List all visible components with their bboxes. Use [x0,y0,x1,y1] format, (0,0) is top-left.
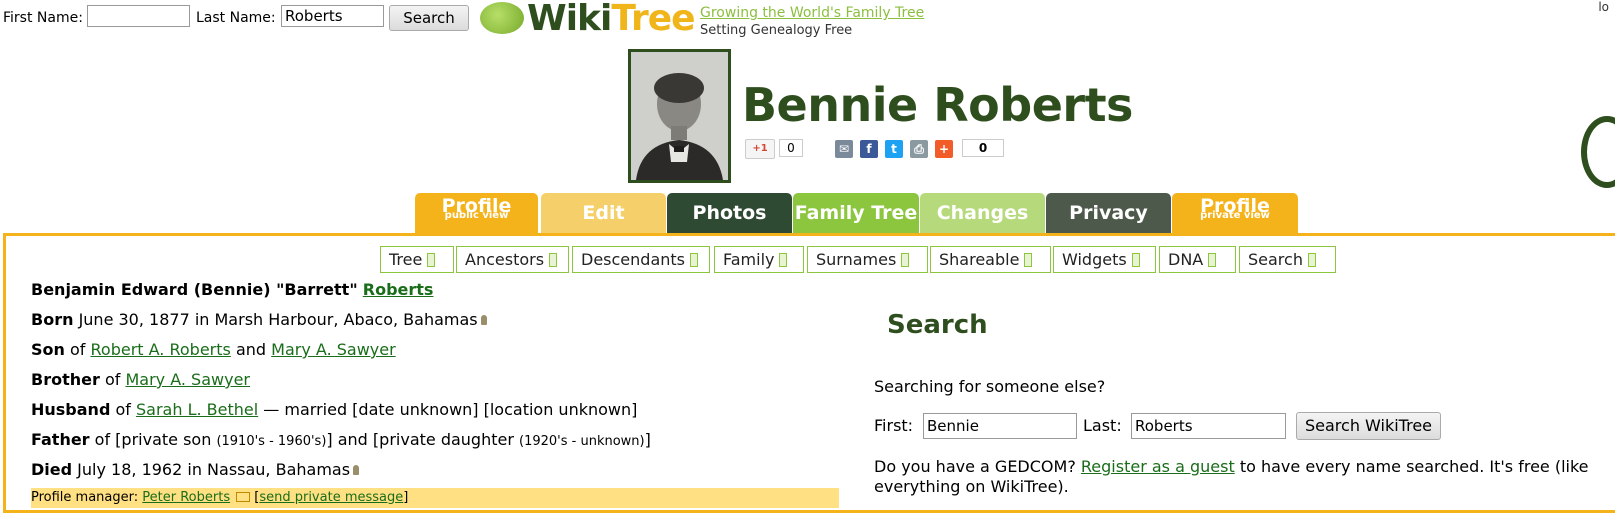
bio-siblings: Brother of Mary A. Sawyer [31,370,250,389]
subnav-family[interactable]: Family [714,246,804,273]
tab-photos[interactable]: Photos [667,193,792,234]
descendants-icon [690,253,698,267]
bio-children: Father of [private son (1910's - 1960's)… [31,430,651,449]
map-pin-icon[interactable] [353,465,360,475]
badge-icon [1581,116,1615,188]
search-wikitree-button[interactable]: Search WikiTree [1296,412,1441,440]
widgets-icon [1131,253,1140,267]
surnames-icon [901,253,910,267]
profile-manager-bar: Profile manager: Peter Roberts [send pri… [31,488,839,508]
spouse-link[interactable]: Sarah L. Bethel [136,400,258,419]
last-name-label: Last Name: [196,10,276,26]
subnav-widgets[interactable]: Widgets [1053,246,1156,273]
print-share-icon[interactable]: ⎙ [910,140,928,158]
family-icon [779,253,788,267]
top-search-button[interactable]: Search [389,5,469,31]
last-name-input[interactable] [281,5,384,27]
subnav-tree[interactable]: Tree [380,246,454,273]
tab-privacy[interactable]: Privacy [1046,193,1171,234]
gedcom-text: Do you have a GEDCOM? Register as a gues… [874,457,1589,496]
addthis-share-icon[interactable]: + [935,140,953,158]
wikitree-logo-text[interactable]: WikiTree [527,0,696,39]
search-first-label: First: [874,416,914,435]
search-question: Searching for someone else? [874,377,1106,396]
search-first-input[interactable] [923,413,1077,439]
tab-profile-private[interactable]: Profile private view [1172,193,1298,234]
subnav-descendants[interactable]: Descendants [572,246,710,273]
tagline-sub: Setting Genealogy Free [700,23,853,38]
bio-spouse: Husband of Sarah L. Bethel — married [da… [31,400,638,419]
sibling-link[interactable]: Mary A. Sawyer [125,370,250,389]
tagline-link[interactable]: Growing the World's Family Tree [700,5,924,21]
ancestors-icon [549,253,558,267]
first-name-input[interactable] [87,5,190,27]
subnav-ancestors[interactable]: Ancestors [456,246,569,273]
profile-name-heading: Bennie Roberts [742,78,1133,132]
subnav-dna[interactable]: DNA [1159,246,1236,273]
subnav-search[interactable]: Search [1239,246,1336,273]
bio-parents: Son of Robert A. Roberts and Mary A. Saw… [31,340,396,359]
bio-died: Died July 18, 1962 in Nassau, Bahamas [31,460,360,479]
twitter-share-icon[interactable]: t [885,140,903,158]
bio-fullname: Benjamin Edward (Bennie) "Barrett" Rober… [31,280,434,299]
map-pin-icon[interactable] [480,315,487,325]
send-message-link[interactable]: send private message [259,490,403,505]
search-icon [1307,253,1316,267]
search-last-input[interactable] [1131,413,1286,439]
profile-photo[interactable] [628,49,731,183]
wikitree-logo-icon[interactable] [480,2,524,34]
google-plus-button[interactable]: +1 [745,139,775,159]
tab-profile-public[interactable]: Profile public view [415,193,538,234]
tab-family-tree[interactable]: Family Tree [793,193,919,234]
login-corner-text[interactable]: lo [1598,0,1609,14]
tab-changes[interactable]: Changes [920,193,1045,234]
register-guest-link[interactable]: Register as a guest [1081,457,1235,476]
first-name-label: First Name: [3,10,83,26]
envelope-icon[interactable] [236,492,251,502]
subnav-surnames[interactable]: Surnames [807,246,928,273]
search-heading: Search [887,310,988,340]
dna-icon [1208,253,1217,267]
email-share-icon[interactable]: ✉ [835,140,853,158]
manager-link[interactable]: Peter Roberts [142,490,230,505]
tree-icon [427,253,436,267]
shareable-icon [1024,253,1033,267]
facebook-share-icon[interactable]: f [860,140,878,158]
search-last-label: Last: [1083,416,1122,435]
bio-born: Born June 30, 1877 in Marsh Harbour, Aba… [31,310,487,329]
tab-edit[interactable]: Edit [541,193,666,234]
gplus-count: 0 [779,139,803,157]
mother-link[interactable]: Mary A. Sawyer [271,340,396,359]
share-count: 0 [962,139,1004,157]
subnav-shareable[interactable]: Shareable [930,246,1051,273]
surname-link[interactable]: Roberts [363,280,434,299]
father-link[interactable]: Robert A. Roberts [91,340,231,359]
